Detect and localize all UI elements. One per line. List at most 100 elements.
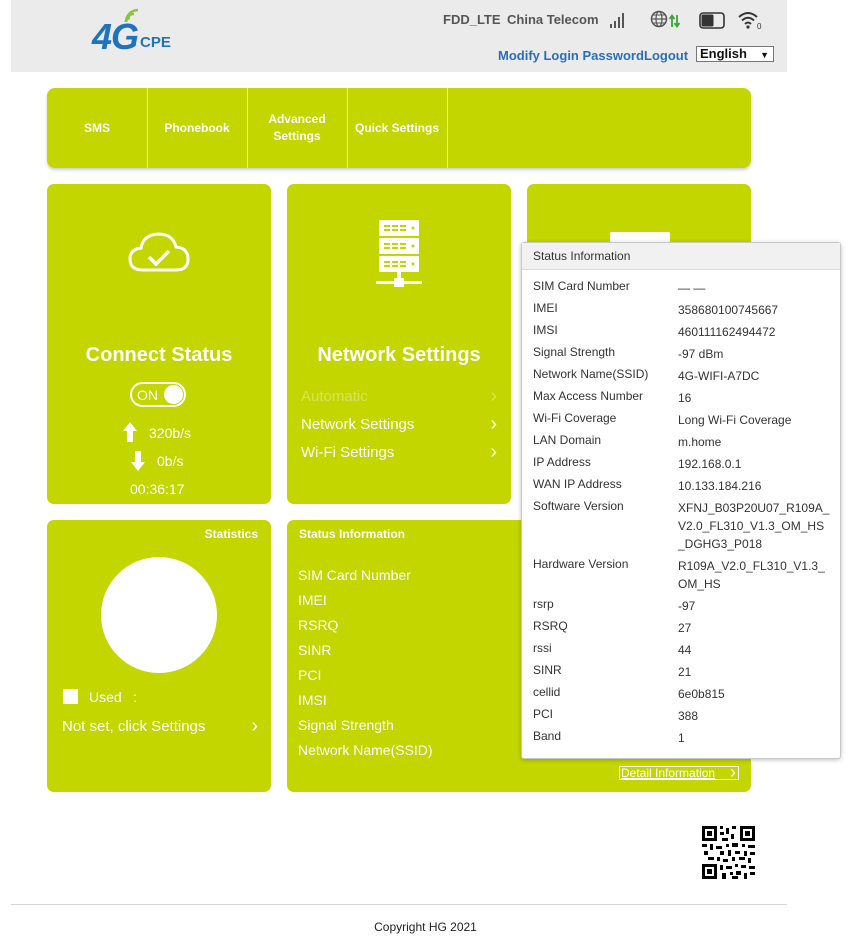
popup-row-label: Hardware Version <box>533 557 629 571</box>
popup-row-label: Network Name(SSID) <box>533 367 649 381</box>
connect-status-title: Connect Status <box>85 344 233 366</box>
popup-row-value: 21 <box>678 665 692 679</box>
wifi-settings-link[interactable]: Wi-Fi Settings › <box>301 441 497 463</box>
popup-row-label: IMSI <box>533 323 558 337</box>
network-settings-title: Network Settings <box>317 344 481 366</box>
popup-row-value: m.home <box>678 435 722 449</box>
popup-row-value: 1 <box>678 731 685 745</box>
popup-row-value: 192.168.0.1 <box>678 457 742 471</box>
network-type: FDD_LTE <box>443 12 501 27</box>
copyright-text: Copyright HG 2021 <box>374 920 477 934</box>
popup-row-value: 6e0b815 <box>678 687 725 701</box>
popup-row-label: Software Version <box>533 499 624 513</box>
connection-toggle[interactable]: ON <box>130 382 186 407</box>
server-icon <box>376 220 422 287</box>
popup-row-value: — — <box>678 281 706 295</box>
download-arrow-icon <box>131 451 145 471</box>
chevron-right-icon: › <box>251 715 258 737</box>
popup-row-label: WAN IP Address <box>533 477 622 491</box>
detail-information-label: Detail Information <box>621 766 716 780</box>
footer-divider <box>11 904 787 905</box>
menu-sms[interactable]: SMS <box>47 88 148 168</box>
popup-title: Status Information <box>522 243 840 270</box>
status-label-sim: SIM Card Number <box>298 567 411 583</box>
chevron-right-icon: › <box>730 762 736 782</box>
signal-bars-icon <box>610 13 624 28</box>
popup-row-value: 44 <box>678 643 692 657</box>
popup-row-label: rsrp <box>533 597 554 611</box>
menu-sms-label: SMS <box>83 120 110 135</box>
download-rate: 0b/s <box>157 453 184 469</box>
status-label-ssid: Network Name(SSID) <box>298 742 433 758</box>
popup-row-value: 16 <box>678 391 692 405</box>
popup-row-value: R109A_V2.0_FL310_V1.3_OM_HS <box>678 559 825 591</box>
used-label: Used <box>89 689 122 705</box>
menu-quick-settings[interactable]: Quick Settings <box>347 88 448 168</box>
popup-row-value: 10.133.184.216 <box>678 479 762 493</box>
qr-code-icon <box>702 826 755 879</box>
used-checkbox[interactable] <box>63 689 78 704</box>
network-settings-link-label: Network Settings <box>301 416 415 433</box>
operator-name: China Telecom <box>507 12 599 27</box>
main-menu: SMS Phonebook Advanced Settings Quick Se… <box>47 88 751 168</box>
popup-row-label: IP Address <box>533 455 591 469</box>
menu-advanced-settings[interactable]: Advanced Settings <box>247 88 348 168</box>
status-label-imsi: IMSI <box>298 692 327 708</box>
battery-icon <box>699 12 725 29</box>
popup-row-label: IMEI <box>533 301 558 315</box>
connect-status-card: Connect Status ON 320b/s 0b/s 00:36:17 <box>47 184 271 504</box>
chevron-right-icon: › <box>490 413 497 435</box>
network-settings-link[interactable]: Network Settings › <box>301 413 497 435</box>
popup-row-label: rssi <box>533 641 552 655</box>
popup-row-value: Long Wi-Fi Coverage <box>678 413 792 427</box>
popup-row-label: LAN Domain <box>533 433 602 447</box>
statistics-card: Statistics Used : Not set, click Setting… <box>47 520 271 792</box>
toggle-knob <box>164 385 183 404</box>
svg-text:0: 0 <box>757 22 762 30</box>
status-label-pci: PCI <box>298 667 322 683</box>
popup-row-label: PCI <box>533 707 554 721</box>
modify-password-link[interactable]: Modify Login Password <box>498 48 644 63</box>
status-label-signal: Signal Strength <box>298 717 394 733</box>
status-information-popup: Status Information SIM Card Number — — IME… <box>521 242 841 759</box>
toggle-label: ON <box>137 387 158 403</box>
popup-row-label: cellid <box>533 685 561 699</box>
status-information-title: Status Information <box>299 527 406 541</box>
popup-row-value: 27 <box>678 621 692 635</box>
popup-row-label: Signal Strength <box>533 345 616 359</box>
menu-phonebook[interactable]: Phonebook <box>147 88 248 168</box>
logo: 4G CPE <box>92 8 182 57</box>
globe-icon <box>650 10 681 29</box>
status-label-rsrq: RSRQ <box>298 617 339 633</box>
logo-subtext: CPE <box>140 34 171 51</box>
menu-quick-settings-label: Quick Settings <box>354 120 440 135</box>
connection-duration: 00:36:17 <box>130 481 185 497</box>
network-mode-label: Automatic <box>301 388 368 405</box>
menu-advanced-settings-label: Advanced Settings <box>268 112 326 143</box>
popup-row-value: XFNJ_B03P20U07_R109A_V2.0_FL310_V1.3_OM_… <box>678 501 830 551</box>
usage-pie-chart <box>101 557 217 673</box>
popup-row-label: Max Access Number <box>533 389 644 403</box>
status-label-imei: IMEI <box>298 592 327 608</box>
wifi-icon: 0 <box>738 12 762 30</box>
chevron-right-icon: › <box>490 385 497 407</box>
upload-arrow-icon <box>123 422 137 442</box>
popup-row-value: -97 <box>678 599 696 613</box>
usage-settings-label: Not set, click Settings <box>62 718 206 735</box>
logout-link[interactable]: Logout <box>644 48 688 63</box>
statistics-title: Statistics <box>204 527 258 541</box>
upload-rate: 320b/s <box>149 425 192 441</box>
network-mode-row[interactable]: Automatic › <box>301 385 497 407</box>
popup-row-label: SINR <box>533 663 562 677</box>
language-select[interactable]: English ▼ <box>696 46 774 62</box>
popup-row-label: RSRQ <box>533 619 568 633</box>
cloud-check-icon <box>128 232 190 272</box>
language-value: English <box>700 46 747 61</box>
popup-row-label: SIM Card Number <box>533 279 630 293</box>
dropdown-caret-icon: ▼ <box>760 50 769 60</box>
status-label-sinr: SINR <box>298 642 332 658</box>
usage-settings-link[interactable]: Not set, click Settings › <box>62 715 258 737</box>
network-settings-card: Network Settings Automatic › Network Set… <box>287 184 511 504</box>
wifi-settings-link-label: Wi-Fi Settings <box>301 444 395 461</box>
detail-information-link[interactable]: Detail Information › <box>619 762 739 782</box>
